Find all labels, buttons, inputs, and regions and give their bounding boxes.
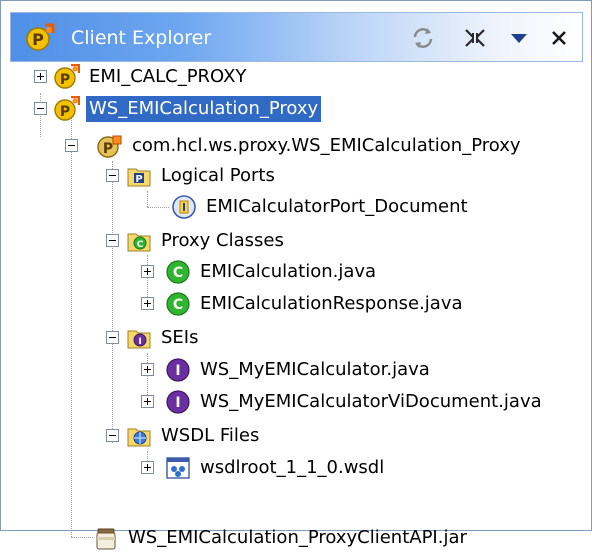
tree-guide-line <box>147 207 169 208</box>
wsdl-file-icon <box>166 457 190 479</box>
tree-item-label: wsdlroot_1_1_0.wsdl <box>200 457 385 478</box>
svg-text:I: I <box>175 395 180 411</box>
tree-guide-line <box>147 191 148 207</box>
svg-text:P: P <box>60 72 70 88</box>
tree-item-label: EMI_CALC_PROXY <box>89 66 247 87</box>
view-title: Client Explorer <box>71 27 212 49</box>
proxy-project-icon: P <box>54 96 80 121</box>
close-icon <box>552 31 566 45</box>
tree-item-proxy-classes[interactable]: C Proxy Classes <box>126 225 287 257</box>
expand-toggle[interactable] <box>141 395 154 408</box>
port-icon <box>172 195 196 219</box>
tree-item-wsdl-files[interactable]: WSDL Files <box>126 420 262 452</box>
client-explorer-tree: P EMI_CALC_PROXY P WS_EMICalculation_Pro… <box>1 61 591 550</box>
class-icon: C <box>166 260 190 284</box>
tree-guide-line <box>40 93 41 137</box>
view-menu-button[interactable] <box>504 23 534 53</box>
collapse-all-icon <box>465 29 485 47</box>
collapse-toggle[interactable] <box>106 169 119 182</box>
svg-text:C: C <box>173 297 183 313</box>
tree-item-label: com.hcl.ws.proxy.WS_EMICalculation_Proxy <box>132 135 521 156</box>
interface-icon: I <box>166 358 190 382</box>
collapse-toggle[interactable] <box>34 102 47 115</box>
tree-item-emicalculation-java[interactable]: C EMICalculation.java <box>165 256 379 288</box>
tree-item-emicalculationresponse-java[interactable]: C EMICalculationResponse.java <box>165 288 466 320</box>
tree-item-label: Logical Ports <box>161 165 275 186</box>
folder-ports-icon: P <box>127 168 151 187</box>
collapse-toggle[interactable] <box>106 234 119 247</box>
close-view-button[interactable] <box>544 23 574 53</box>
tree-item-label: WSDL Files <box>161 425 260 446</box>
tree-item-proxy-package[interactable]: P com.hcl.ws.proxy.WS_EMICalculation_Pro… <box>97 130 524 162</box>
tree-guide-line <box>71 537 93 538</box>
tree-item-label: EMICalculationResponse.java <box>200 293 463 314</box>
tree-item-label: WS_EMICalculation_ProxyClientAPI.jar <box>128 527 467 548</box>
svg-text:P: P <box>32 30 44 49</box>
tree-item-ws-myemicalculatorvidocument-java[interactable]: I WS_MyEMICalculatorViDocument.java <box>165 386 545 418</box>
tree-item-client-api-jar[interactable]: WS_EMICalculation_ProxyClientAPI.jar <box>93 522 470 554</box>
svg-text:P: P <box>60 104 70 120</box>
proxy-package-icon: P <box>97 135 122 158</box>
tree-item-label: EMICalculatorPort_Document <box>206 196 468 217</box>
tree-guide-line <box>71 111 72 537</box>
tree-item-ws-emicalculation-proxy[interactable]: P WS_EMICalculation_Proxy <box>54 93 322 125</box>
tree-item-emi-calc-proxy[interactable]: P EMI_CALC_PROXY <box>54 61 249 93</box>
svg-text:P: P <box>103 141 113 157</box>
collapse-toggle[interactable] <box>106 429 119 442</box>
sync-button[interactable] <box>408 23 438 53</box>
folder-interfaces-icon: I <box>127 330 151 349</box>
folder-classes-icon: C <box>127 233 151 252</box>
tree-guide-line <box>112 161 113 443</box>
tree-item-label: Proxy Classes <box>161 230 284 251</box>
expand-toggle[interactable] <box>141 297 154 310</box>
tree-guide-line <box>147 353 148 401</box>
tree-item-label: WS_MyEMICalculator.java <box>200 359 430 380</box>
expand-toggle[interactable] <box>141 461 154 474</box>
svg-text:C: C <box>137 240 144 250</box>
view-menu-icon <box>511 34 527 43</box>
svg-text:P: P <box>135 174 142 185</box>
jar-icon <box>96 528 116 550</box>
view-title-bar: P Client Explorer <box>10 12 583 62</box>
tree-guide-line <box>147 255 148 303</box>
collapse-toggle[interactable] <box>65 139 78 152</box>
tree-item-port-document[interactable]: EMICalculatorPort_Document <box>171 191 471 223</box>
tree-item-wsdlroot-wsdl[interactable]: wsdlroot_1_1_0.wsdl <box>165 452 387 484</box>
sync-icon <box>413 28 433 48</box>
tree-item-label: EMICalculation.java <box>200 261 377 282</box>
client-explorer-icon: P <box>26 23 55 51</box>
svg-text:C: C <box>173 265 183 281</box>
client-explorer-view: P Client Explorer P EMI_CALC_PROXY P WS_… <box>0 0 592 550</box>
tree-item-logical-ports[interactable]: P Logical Ports <box>126 160 278 192</box>
folder-wsdl-icon <box>127 428 151 447</box>
svg-text:I: I <box>175 363 180 379</box>
expand-toggle[interactable] <box>141 265 154 278</box>
expand-toggle[interactable] <box>34 70 47 83</box>
collapse-toggle[interactable] <box>106 331 119 344</box>
tree-item-label: WS_EMICalculation_Proxy <box>86 96 322 122</box>
collapse-all-button[interactable] <box>460 23 490 53</box>
tree-item-ws-myemicalculator-java[interactable]: I WS_MyEMICalculator.java <box>165 354 433 386</box>
tree-item-label: SEIs <box>161 327 199 348</box>
tree-item-label: WS_MyEMICalculatorViDocument.java <box>200 391 542 412</box>
interface-icon: I <box>166 390 190 414</box>
tree-item-seis[interactable]: I SEIs <box>126 322 202 354</box>
class-icon: C <box>166 292 190 316</box>
proxy-project-icon: P <box>54 64 80 89</box>
svg-text:I: I <box>138 337 141 347</box>
expand-toggle[interactable] <box>141 363 154 376</box>
